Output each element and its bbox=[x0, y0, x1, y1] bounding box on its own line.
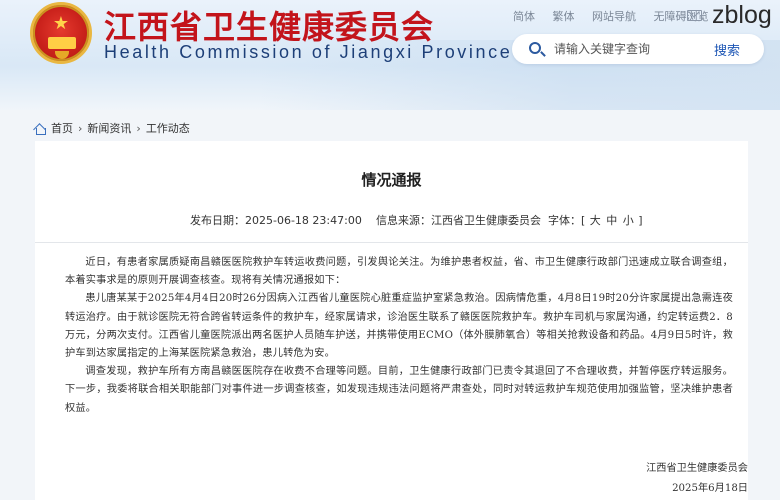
search-icon bbox=[529, 42, 541, 54]
link-traditional[interactable]: 繁体 bbox=[553, 10, 575, 23]
search-input[interactable] bbox=[554, 39, 694, 59]
emblem-gate bbox=[48, 37, 76, 49]
publish-date-value: 2025-06-18 23:47:00 bbox=[245, 214, 362, 227]
emblem-star: ★ bbox=[52, 13, 70, 34]
emblem-wheel bbox=[55, 51, 69, 59]
info-source-label: 信息来源： bbox=[376, 214, 431, 227]
paragraph: 近日，有患者家属质疑南昌赣医医院救护车转运收费问题，引发舆论关注。为维护患者权益… bbox=[65, 257, 733, 287]
font-bracket-open: [ bbox=[581, 214, 586, 227]
font-size-medium[interactable]: 中 bbox=[606, 214, 617, 227]
breadcrumb-separator: › bbox=[78, 121, 83, 135]
article-title: 情况通报 bbox=[361, 171, 422, 189]
national-emblem-icon: ★ bbox=[30, 2, 92, 64]
font-size-label: 字体： bbox=[548, 214, 581, 227]
mail-icon[interactable] bbox=[687, 10, 702, 21]
publish-date: 发布日期：2025-06-18 23:47:00 bbox=[190, 212, 362, 228]
signature-organization: 江西省卫生健康委员会 bbox=[646, 463, 748, 474]
top-links: 简体 繁体 网站导航 无障碍浏览 bbox=[513, 8, 709, 24]
info-source: 信息来源：江西省卫生健康委员会 bbox=[376, 212, 541, 228]
breadcrumb-work-updates[interactable]: 工作动态 bbox=[146, 120, 190, 136]
site-subtitle: Health Commission of Jiangxi Province bbox=[104, 42, 513, 62]
breadcrumb-news[interactable]: 新闻资讯 bbox=[87, 120, 131, 136]
breadcrumb-separator: › bbox=[136, 121, 141, 135]
info-source-value: 江西省卫生健康委员会 bbox=[431, 214, 541, 227]
search-box: 搜索 bbox=[512, 34, 764, 64]
link-simplified[interactable]: 简体 bbox=[513, 10, 535, 23]
breadcrumb-home[interactable]: 首页 bbox=[51, 120, 73, 136]
article-card: 情况通报 发布日期：2025-06-18 23:47:00 信息来源：江西省卫生… bbox=[35, 141, 748, 500]
site-header: ★ 江西省卫生健康委员会 Health Commission of Jiangx… bbox=[0, 0, 780, 110]
signature-date: 2025年6月18日 bbox=[672, 483, 748, 494]
font-size-large[interactable]: 大 bbox=[590, 214, 601, 227]
font-size-switcher: 字体：[ 大 中 小 ] bbox=[548, 212, 643, 228]
font-size-small[interactable]: 小 bbox=[623, 214, 634, 227]
font-bracket-close: ] bbox=[638, 214, 643, 227]
home-icon bbox=[34, 123, 46, 135]
article-meta: 发布日期：2025-06-18 23:47:00 信息来源：江西省卫生健康委员会… bbox=[35, 212, 748, 228]
breadcrumb: 首页 › 新闻资讯 › 工作动态 bbox=[34, 120, 190, 136]
watermark-text: zblog bbox=[712, 1, 772, 29]
meta-divider bbox=[35, 242, 748, 243]
link-site-nav[interactable]: 网站导航 bbox=[592, 10, 636, 23]
paragraph: 调查发现，救护车所有方南昌赣医医院存在收费不合理等问题。目前，卫生健康行政部门已… bbox=[65, 366, 733, 414]
paragraph: 患儿唐某某于2025年4月4日20时26分因病入江西省儿童医院心脏重症监护室紧急… bbox=[65, 293, 733, 360]
article-body: 近日，有患者家属质疑南昌赣医医院救护车转运收费问题，引发舆论关注。为维护患者权益… bbox=[65, 254, 733, 418]
publish-date-label: 发布日期： bbox=[190, 214, 245, 227]
search-button[interactable]: 搜索 bbox=[702, 38, 752, 60]
